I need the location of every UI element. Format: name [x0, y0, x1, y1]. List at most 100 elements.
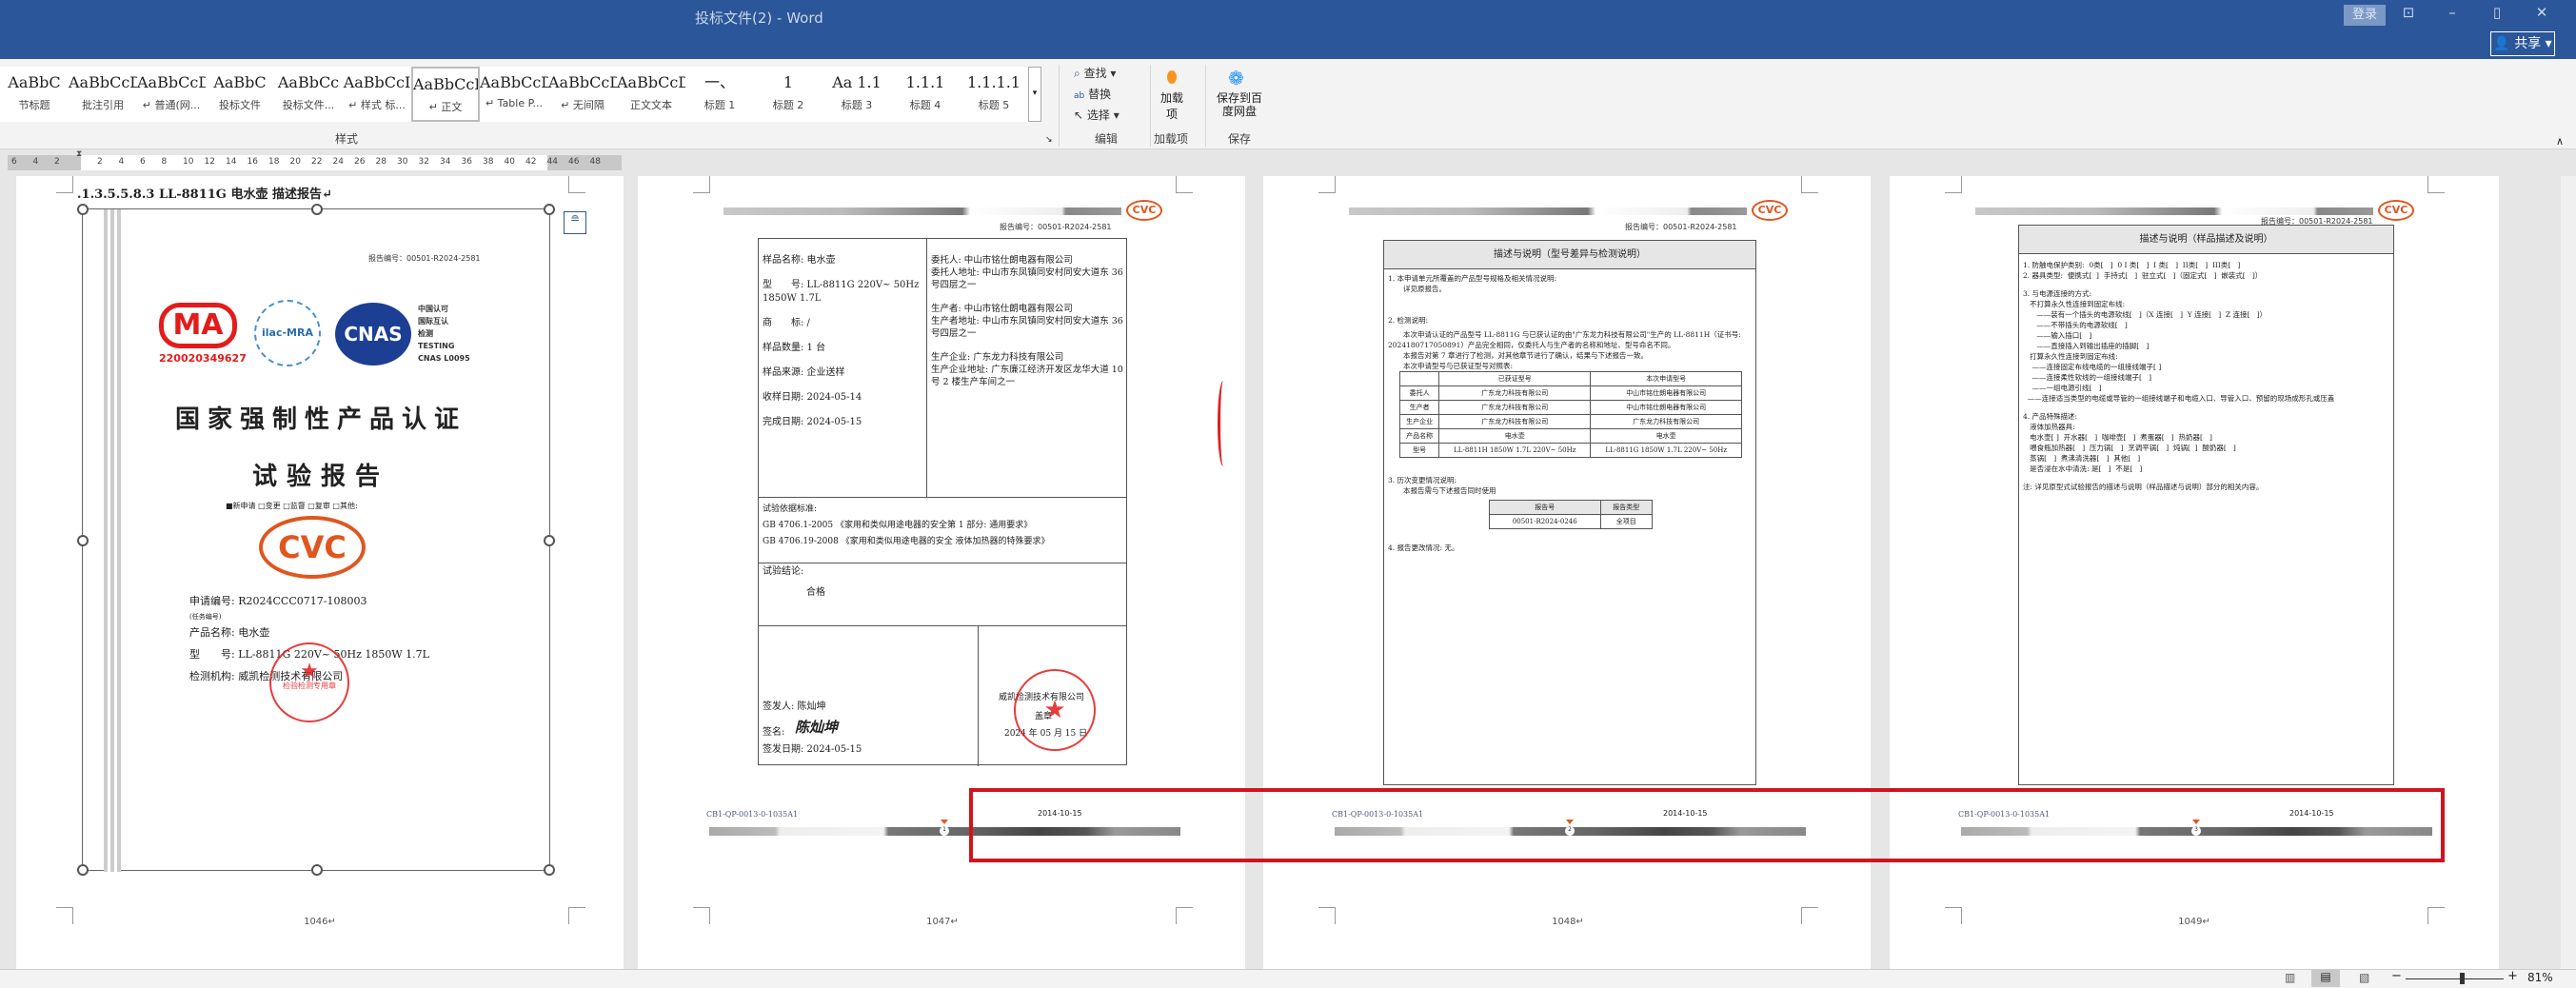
gallery-more-button[interactable]: ▾ — [1028, 67, 1041, 122]
cursor-icon: ↖ — [1074, 109, 1084, 122]
ribbon-display-options-icon[interactable]: ⊡ — [2394, 4, 2423, 21]
style-label: 投标文件... — [282, 99, 335, 111]
style-item[interactable]: AaBbCcDdI ↵ 正文 — [411, 67, 480, 122]
resize-handle[interactable] — [544, 864, 555, 876]
cnas-text: 中国认可 国际互认 检测 TESTING CNAS L0095 — [418, 303, 470, 365]
resize-handle[interactable] — [77, 204, 89, 215]
zoom-slider-thumb[interactable] — [2459, 973, 2465, 984]
minimize-button[interactable]: – — [2438, 4, 2467, 21]
cma-number: 220020349627 — [159, 352, 247, 365]
indent-marker[interactable]: ⧗ — [76, 149, 86, 176]
style-preview: 1.1.1.1 — [967, 73, 1020, 91]
page-number: 1047↵ — [926, 917, 959, 927]
resize-handle[interactable] — [544, 535, 555, 546]
save-group-label: 保存 — [1228, 132, 1252, 146]
ruler-tick: 4 — [118, 157, 125, 167]
margin-corner — [56, 176, 73, 193]
styles-dialog-launcher-icon[interactable]: ↘ — [1045, 135, 1053, 145]
decorative-stripes — [104, 209, 121, 872]
style-label: ↵ 样式 标... — [348, 99, 406, 111]
highlight-box — [969, 788, 2445, 862]
vertical-scrollbar[interactable] — [2561, 176, 2576, 969]
addins-button[interactable]: 加载项 — [1158, 89, 1186, 122]
ruler-tick: 30 — [397, 157, 408, 167]
web-layout-icon[interactable]: ▧ — [2359, 971, 2369, 984]
style-item[interactable]: 一、 标题 1 — [685, 67, 754, 122]
style-item[interactable]: 1.1.1.1 标题 5 — [960, 67, 1028, 122]
cnas-line: 国际互认 — [418, 317, 448, 326]
ruler-tick: 46 — [568, 157, 580, 167]
share-button[interactable]: 👤 共享 ▾ — [2490, 31, 2555, 56]
margin-corner — [693, 176, 710, 193]
read-mode-icon[interactable]: ▥ — [2285, 971, 2295, 984]
save-to-baidu-button[interactable]: 保存到百度网盘 — [1213, 91, 1266, 118]
ruler-tick: 18 — [268, 157, 280, 167]
heading: .1.3.5.5.8.3 LL-8811G 电水壶 描述报告↵ — [77, 188, 332, 202]
style-item[interactable]: AaBbCcDc ↵ 普通(网... — [137, 67, 206, 122]
status-bar — [0, 969, 2576, 988]
ruler-tick: 8 — [161, 157, 168, 167]
style-item[interactable]: AaBbCcDdI 正文文本 — [617, 67, 685, 122]
resize-handle[interactable] — [77, 864, 89, 876]
maximize-button[interactable]: ▯ — [2483, 4, 2511, 21]
style-item[interactable]: AaBbC 投标文件 — [206, 67, 274, 122]
addins-group-label: 加载项 — [1154, 132, 1189, 146]
style-preview: AaBbCcI — [343, 73, 411, 91]
margin-corner — [1176, 176, 1193, 193]
field-label: 申请编号: — [189, 595, 235, 607]
ruler-tick: 44 — [546, 157, 558, 167]
official-stamp: ★ 检验检测专用章 — [269, 642, 349, 722]
login-button[interactable]: 登录 — [2344, 5, 2386, 26]
style-preview: AaBbCc — [277, 73, 340, 91]
style-item[interactable]: AaBbCc 投标文件... — [274, 67, 343, 122]
replace-button[interactable]: ab 替换 — [1074, 86, 1111, 102]
resize-handle[interactable] — [311, 204, 323, 215]
find-button[interactable]: ⌕ 查找 ▾ — [1074, 65, 1116, 81]
zoom-slider[interactable] — [2406, 978, 2504, 979]
style-item[interactable]: AaBbCcDd 批注引用 — [69, 67, 137, 122]
star-icon: ★ — [300, 660, 319, 683]
margin-corner — [1801, 176, 1818, 193]
search-icon: ⌕ — [1074, 67, 1080, 80]
close-button[interactable]: ✕ — [2527, 4, 2556, 21]
style-item[interactable]: AaBbCcDc ↵ Table P... — [480, 67, 548, 122]
page-number: 1049↵ — [2178, 917, 2210, 927]
field-label: 检测机构: — [189, 670, 235, 682]
resize-handle[interactable] — [544, 204, 555, 215]
style-label: 标题 2 — [772, 99, 804, 111]
collapse-ribbon-button[interactable]: ∧ — [2556, 135, 2564, 148]
style-label: ↵ 无间隔 — [561, 99, 604, 111]
ruler-tick: 38 — [483, 157, 494, 167]
zoom-level[interactable]: 81% — [2527, 971, 2553, 984]
field-label: (任务编号) — [189, 613, 222, 621]
selected-image[interactable]: 报告编号：00501-R2024-2581 MA 220020349627 il… — [77, 204, 555, 876]
style-preview: AaBbCcDdI — [548, 73, 617, 91]
style-label: 批注引用 — [82, 99, 124, 111]
ruler-tick: 48 — [589, 157, 601, 167]
style-item[interactable]: AaBbC 节标题 — [0, 67, 69, 122]
style-item[interactable]: 1.1.1 标题 4 — [891, 67, 960, 122]
style-item[interactable]: AaBbCcDdI ↵ 无间隔 — [548, 67, 617, 122]
ruler-tick: 4 — [32, 157, 39, 167]
ruler-tick: 24 — [332, 157, 344, 167]
zoom-out-button[interactable]: − — [2391, 969, 2402, 983]
style-item[interactable]: Aa 1.1 标题 3 — [822, 67, 891, 122]
cnas-line: TESTING — [418, 342, 455, 350]
style-item[interactable]: AaBbCcI ↵ 样式 标... — [343, 67, 411, 122]
cma-logo: MA — [159, 303, 237, 348]
style-label: ↵ 普通(网... — [142, 99, 201, 111]
window-title: 投标文件(2) - Word — [695, 10, 823, 27]
resize-handle[interactable] — [77, 535, 89, 546]
layout-options-icon[interactable]: ≘ — [564, 211, 586, 234]
style-item[interactable]: 1 标题 2 — [754, 67, 822, 122]
resize-handle[interactable] — [311, 864, 323, 876]
margin-corner — [1945, 176, 1962, 193]
style-preview: AaBbCcDdI — [413, 75, 478, 93]
cvc-logo: CVC — [259, 516, 366, 579]
print-layout-icon[interactable]: ▤ — [2311, 970, 2340, 987]
zoom-in-button[interactable]: + — [2507, 969, 2518, 983]
ruler-tick: 2 — [54, 157, 60, 167]
select-button[interactable]: ↖ 选择 ▾ — [1074, 107, 1120, 123]
style-label: 标题 3 — [841, 99, 873, 111]
style-preview: Aa 1.1 — [832, 73, 882, 91]
